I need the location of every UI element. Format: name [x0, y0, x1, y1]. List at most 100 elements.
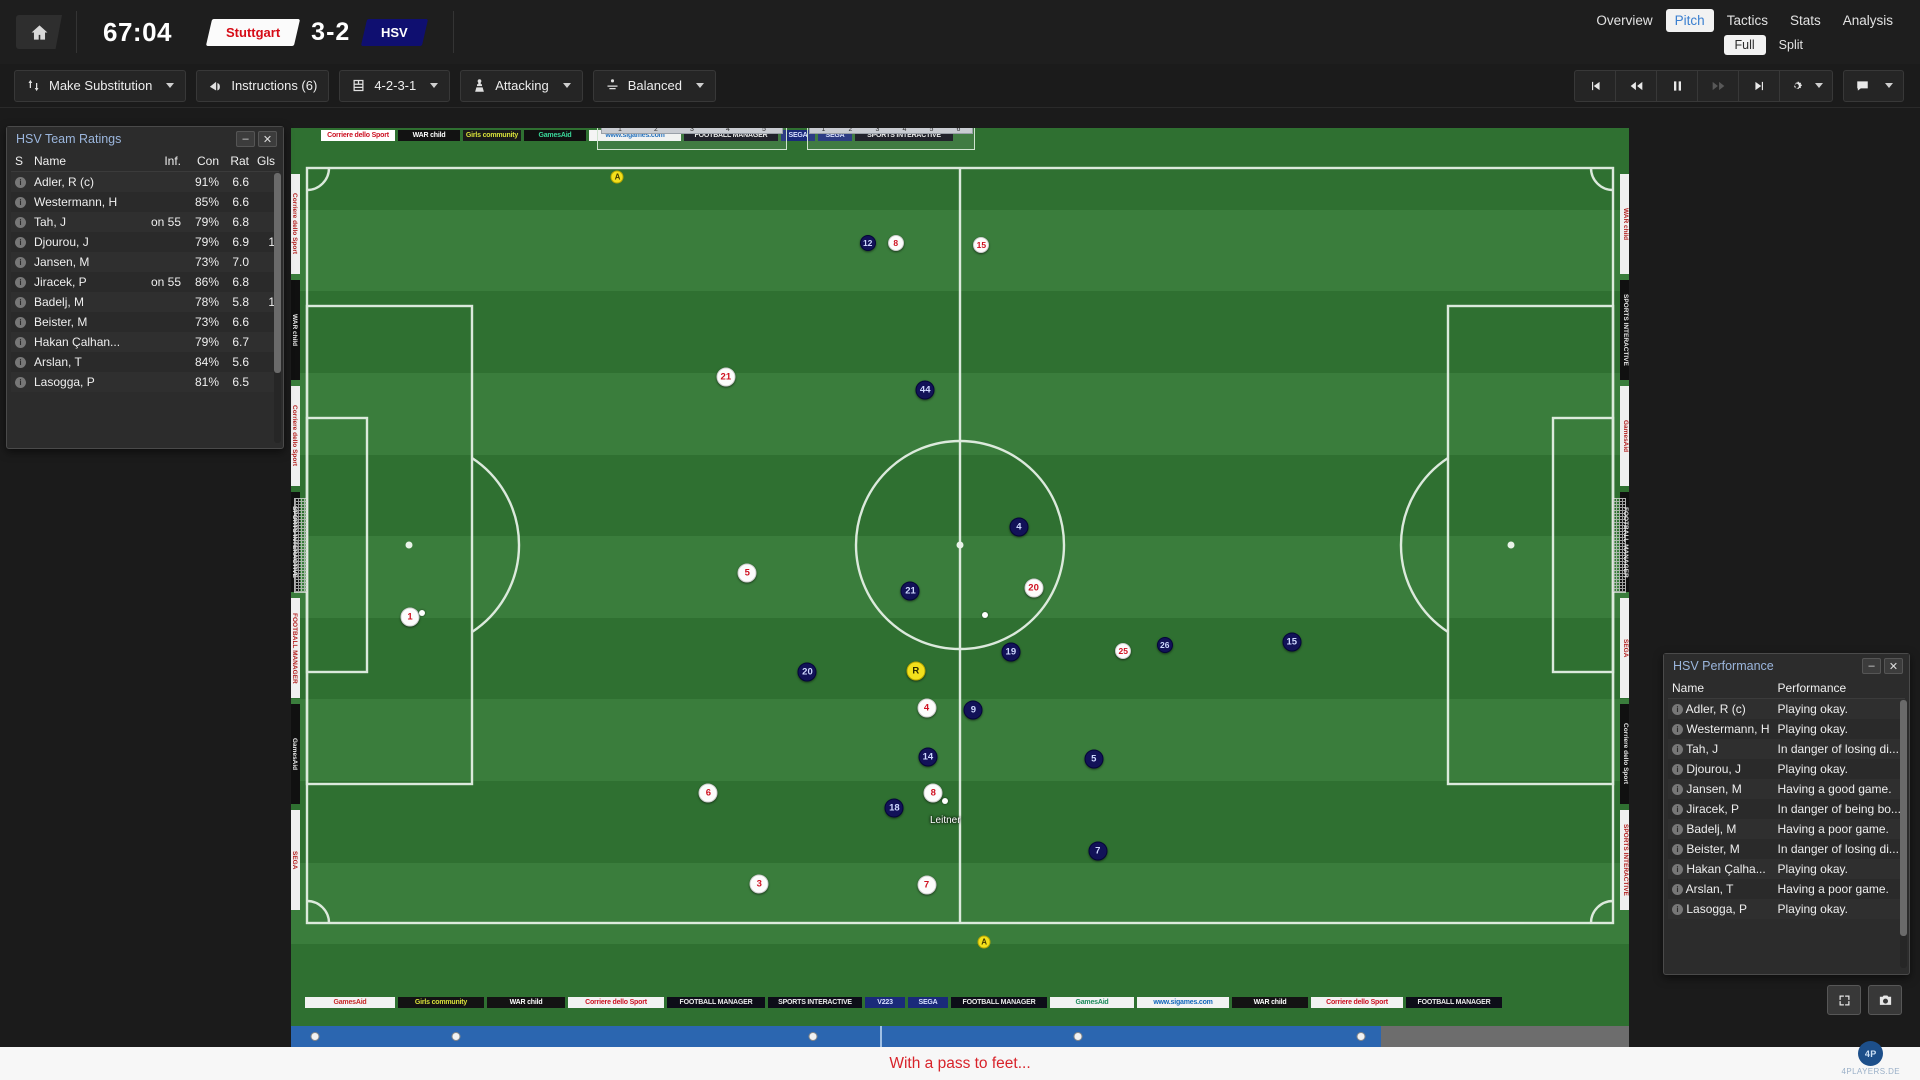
player-marker[interactable]: 7: [917, 875, 937, 895]
info-icon[interactable]: i: [1672, 724, 1683, 736]
player-marker[interactable]: 21: [900, 581, 920, 601]
team-ratings-close-button[interactable]: ✕: [258, 131, 277, 147]
tab-tactics[interactable]: Tactics: [1718, 9, 1777, 32]
info-cell[interactable]: i: [11, 192, 30, 212]
messages-button[interactable]: [1843, 69, 1904, 102]
col-con[interactable]: Con: [185, 151, 223, 172]
expand-view-button[interactable]: [1827, 985, 1861, 1015]
tab-analysis[interactable]: Analysis: [1834, 9, 1902, 32]
instructions-button[interactable]: Instructions (6): [196, 69, 330, 102]
team-ratings-row[interactable]: i Lasogga, P 81% 6.5: [11, 372, 279, 392]
performance-scrollbar[interactable]: [1900, 700, 1907, 968]
player-marker[interactable]: 25: [1115, 642, 1132, 659]
info-icon[interactable]: i: [1672, 764, 1683, 776]
col-perf-name[interactable]: Name: [1668, 678, 1774, 699]
performance-row[interactable]: i Lasogga, P Playing okay.: [1668, 899, 1905, 919]
col-gls[interactable]: Gls: [253, 151, 279, 172]
formation-button[interactable]: 4-2-3-1: [339, 69, 451, 102]
info-icon[interactable]: i: [1672, 804, 1683, 816]
tab-pitch[interactable]: Pitch: [1665, 9, 1714, 32]
info-icon[interactable]: i: [15, 337, 26, 349]
timeline-event-marker[interactable]: [451, 1032, 461, 1041]
team-ratings-row[interactable]: i Westermann, H 85% 6.6: [11, 192, 279, 212]
rewind-button[interactable]: [1616, 70, 1657, 101]
info-cell[interactable]: i: [11, 272, 30, 292]
performance-row[interactable]: i Hakan Çalha... Playing okay.: [1668, 859, 1905, 879]
player-marker[interactable]: 7: [1088, 841, 1108, 861]
info-icon[interactable]: i: [15, 377, 26, 389]
team-ratings-row[interactable]: i Adler, R (c) 91% 6.6: [11, 171, 279, 192]
info-cell[interactable]: i: [11, 372, 30, 392]
player-marker[interactable]: 20: [797, 662, 817, 682]
tab-overview[interactable]: Overview: [1587, 9, 1661, 32]
player-marker[interactable]: 5: [737, 563, 757, 582]
timeline-event-marker[interactable]: [1356, 1032, 1366, 1041]
team-ratings-row[interactable]: i Djourou, J 79% 6.9 1: [11, 232, 279, 252]
col-s[interactable]: S: [11, 151, 30, 172]
info-icon[interactable]: i: [1672, 744, 1683, 756]
info-icon[interactable]: i: [15, 237, 26, 249]
player-marker[interactable]: 15: [1282, 632, 1302, 652]
performance-row[interactable]: i Jiracek, P In danger of being bo...: [1668, 799, 1905, 819]
team-ratings-row[interactable]: i Jansen, M 73% 7.0: [11, 252, 279, 272]
info-icon[interactable]: i: [15, 197, 26, 209]
player-marker[interactable]: 9: [963, 700, 983, 720]
info-icon[interactable]: i: [1672, 824, 1683, 836]
performance-panel[interactable]: HSV Performance – ✕ Name Performance i A…: [1663, 653, 1910, 975]
player-marker[interactable]: 21: [716, 367, 736, 387]
tab-full[interactable]: Full: [1723, 35, 1766, 55]
info-icon[interactable]: i: [1672, 784, 1683, 796]
performance-close-button[interactable]: ✕: [1884, 658, 1903, 674]
mentality-button[interactable]: Attacking: [460, 69, 583, 102]
team-ratings-row[interactable]: i Badelj, M 78% 5.8 1: [11, 292, 279, 312]
info-icon[interactable]: i: [15, 357, 26, 369]
away-team-chip[interactable]: HSV: [361, 18, 429, 46]
pause-button[interactable]: [1657, 70, 1698, 101]
home-button[interactable]: [16, 15, 62, 49]
team-ratings-row[interactable]: i Arslan, T 84% 5.6: [11, 352, 279, 372]
info-icon[interactable]: i: [15, 177, 26, 189]
info-icon[interactable]: i: [1672, 904, 1683, 916]
info-cell[interactable]: i: [11, 292, 30, 312]
pitch-view[interactable]: Corriere dello Sport WAR child Girls commu…: [291, 128, 1629, 1026]
match-timeline[interactable]: [291, 1026, 1629, 1047]
performance-row[interactable]: i Tah, J In danger of losing di...: [1668, 739, 1905, 759]
player-marker[interactable]: 44: [915, 380, 935, 400]
performance-row[interactable]: i Beister, M In danger of losing di...: [1668, 839, 1905, 859]
timeline-event-marker[interactable]: [1073, 1032, 1083, 1041]
performance-minimize-button[interactable]: –: [1862, 658, 1881, 674]
info-cell[interactable]: i: [11, 252, 30, 272]
skip-to-start-button[interactable]: [1575, 70, 1616, 101]
home-team-chip[interactable]: Stuttgart: [205, 18, 301, 46]
team-ratings-panel[interactable]: HSV Team Ratings – ✕ S Name Inf. Con Rat…: [6, 126, 284, 449]
tab-stats[interactable]: Stats: [1781, 9, 1830, 32]
info-cell[interactable]: i: [11, 212, 30, 232]
make-substitution-button[interactable]: Make Substitution: [14, 69, 187, 102]
camera-view-button[interactable]: [1868, 985, 1902, 1015]
player-marker[interactable]: 1: [400, 607, 420, 627]
player-marker[interactable]: 5: [1084, 749, 1104, 769]
player-marker[interactable]: 26: [1156, 637, 1173, 654]
fast-forward-button[interactable]: [1698, 70, 1739, 101]
col-perf-status[interactable]: Performance: [1773, 678, 1905, 699]
info-icon[interactable]: i: [15, 317, 26, 329]
col-rat[interactable]: Rat: [223, 151, 253, 172]
assistant-referee-marker[interactable]: A: [610, 170, 624, 184]
team-ratings-row[interactable]: i Beister, M 73% 6.6: [11, 312, 279, 332]
performance-row[interactable]: i Badelj, M Having a poor game.: [1668, 819, 1905, 839]
team-shape-button[interactable]: Balanced: [592, 69, 716, 102]
team-ratings-row[interactable]: i Jiracek, Pon 55 86% 6.8: [11, 272, 279, 292]
player-marker[interactable]: 8: [923, 783, 943, 803]
team-ratings-row[interactable]: i Hakan Çalhan... 79% 6.7: [11, 332, 279, 352]
performance-row[interactable]: i Djourou, J Playing okay.: [1668, 759, 1905, 779]
info-icon[interactable]: i: [15, 257, 26, 269]
referee-marker[interactable]: R: [906, 661, 926, 681]
timeline-event-marker[interactable]: [808, 1032, 818, 1041]
team-ratings-scroll-thumb[interactable]: [274, 173, 281, 373]
info-cell[interactable]: i: [11, 232, 30, 252]
player-marker[interactable]: 19: [1001, 642, 1021, 662]
player-marker[interactable]: 8: [887, 234, 904, 251]
performance-row[interactable]: i Jansen, M Having a good game.: [1668, 779, 1905, 799]
performance-scroll-thumb[interactable]: [1900, 700, 1907, 936]
team-ratings-minimize-button[interactable]: –: [236, 131, 255, 147]
